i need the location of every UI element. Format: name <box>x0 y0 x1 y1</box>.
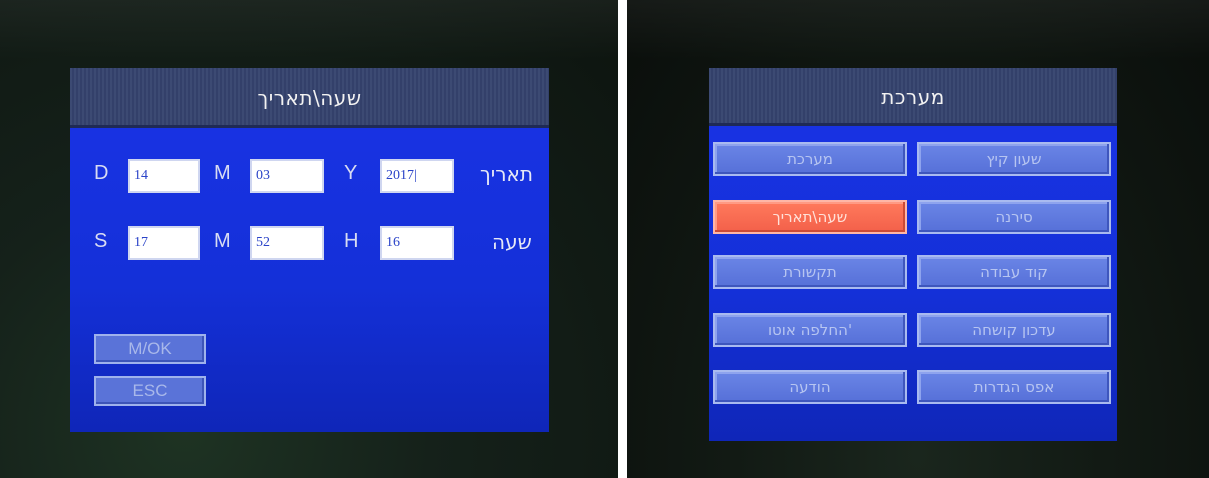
minutes-field[interactable]: 52 <box>250 226 324 260</box>
time-row-label: שעה <box>492 230 532 254</box>
menu-item-datetime[interactable]: שעה\תאריך <box>713 200 907 234</box>
menu-item-auto-switch[interactable]: החלפה אוטו' <box>713 313 907 347</box>
menu-item-siren[interactable]: סירנה <box>917 200 1111 234</box>
ok-button[interactable]: M/OK <box>94 334 206 364</box>
hours-label: H <box>344 230 359 252</box>
day-field[interactable]: 14 <box>128 159 200 193</box>
month-label: M <box>214 162 231 184</box>
hours-field[interactable]: 16 <box>380 226 454 260</box>
menu-item-message[interactable]: הודעה <box>713 370 907 404</box>
month-field[interactable]: 03 <box>250 159 324 193</box>
system-menu-screen: מערכת מערכת שעון קיץ שעה\תאריך סירנה תקש… <box>709 68 1117 441</box>
bezel-glare <box>627 0 1209 60</box>
screen-title: מערכת <box>881 85 945 109</box>
seconds-field[interactable]: 17 <box>128 226 200 260</box>
menu-item-reset-settings[interactable]: אפס הגדרות <box>917 370 1111 404</box>
seconds-label: S <box>94 230 108 252</box>
screen-title: שעה\תאריך <box>257 86 362 110</box>
menu-item-system[interactable]: מערכת <box>713 142 907 176</box>
title-bar: מערכת <box>709 68 1117 126</box>
esc-button[interactable]: ESC <box>94 376 206 406</box>
year-label: Y <box>344 162 358 184</box>
minutes-label: M <box>214 230 231 252</box>
device-photo-system-menu: מערכת מערכת שעון קיץ שעה\תאריך סירנה תקש… <box>627 0 1209 478</box>
menu-item-firmware-update[interactable]: עדכון קושחה <box>917 313 1111 347</box>
bezel-glare <box>0 0 618 60</box>
device-photo-datetime: שעה\תאריך D 14 M 03 Y 2017| תאריך S 17 M… <box>0 0 618 478</box>
datetime-screen: שעה\תאריך D 14 M 03 Y 2017| תאריך S 17 M… <box>70 68 549 432</box>
year-field[interactable]: 2017| <box>380 159 454 193</box>
menu-item-summer-time[interactable]: שעון קיץ <box>917 142 1111 176</box>
day-label: D <box>94 162 109 184</box>
menu-item-communication[interactable]: תקשורת <box>713 255 907 289</box>
date-row-label: תאריך <box>480 162 534 186</box>
title-bar: שעה\תאריך <box>70 68 549 128</box>
menu-item-work-code[interactable]: קוד עבודה <box>917 255 1111 289</box>
